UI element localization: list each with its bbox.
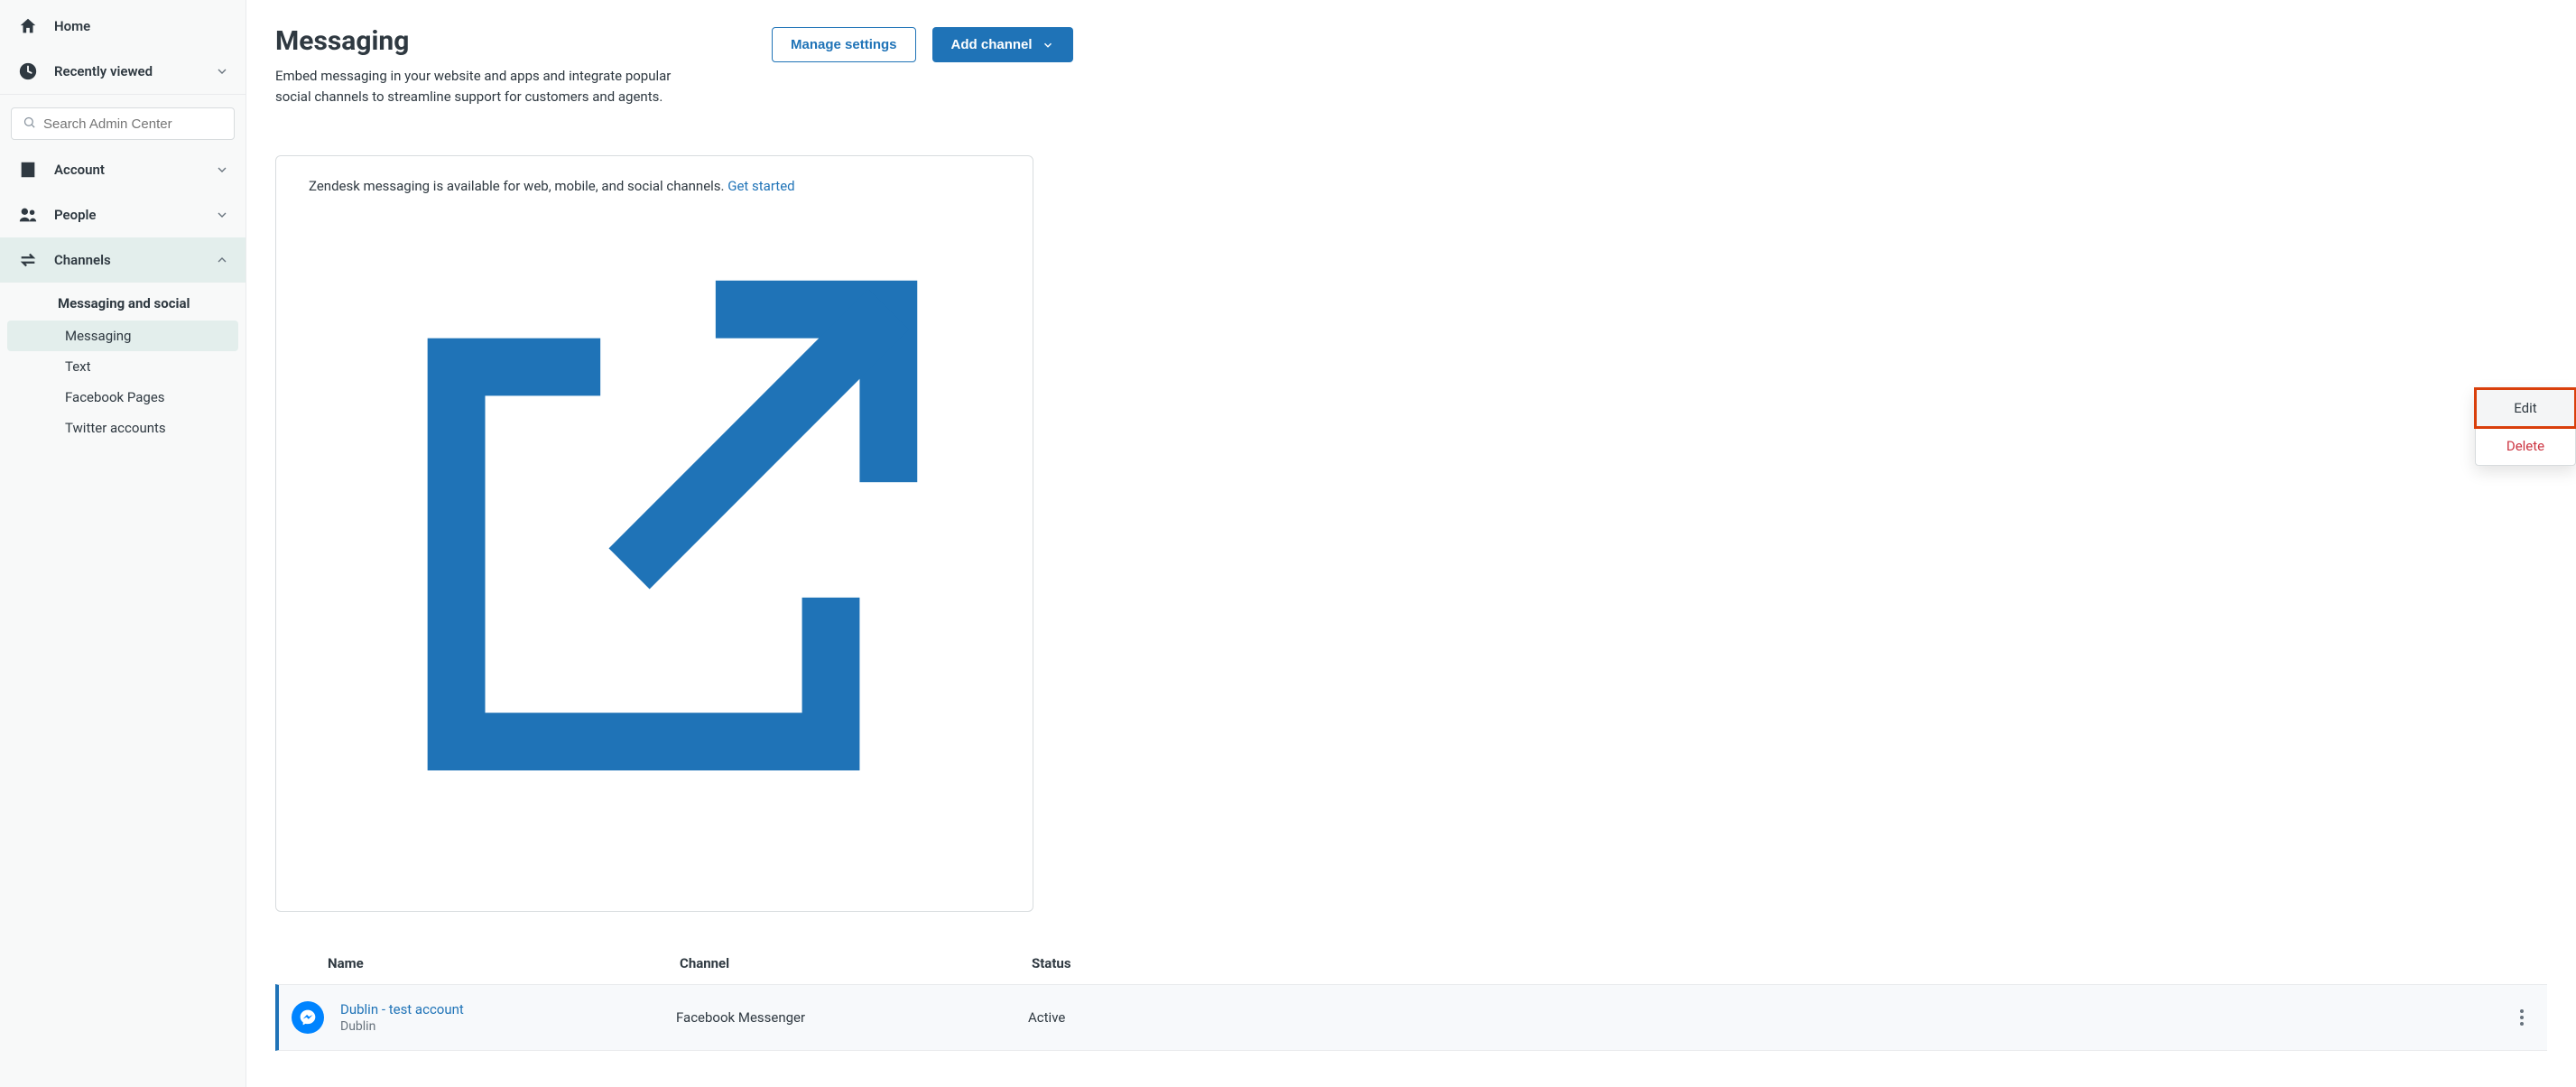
page-title: Messaging [275,25,690,57]
col-header-name: Name [328,955,680,971]
sidebar-subitem-twitter-accounts[interactable]: Twitter accounts [7,413,238,443]
search-container [0,95,246,147]
info-banner: Zendesk messaging is available for web, … [275,155,1033,912]
page-header: Messaging Embed messaging in your websit… [275,25,2547,107]
table-row[interactable]: Dublin - test account Dublin Facebook Me… [275,984,2547,1051]
menu-item-edit[interactable]: Edit [2476,389,2575,427]
arrows-swap-icon [18,250,38,270]
sidebar-item-label: Home [54,18,90,34]
chevron-down-icon [215,64,229,79]
chevron-down-icon [215,208,229,222]
people-icon [18,205,38,225]
sidebar-item-recently-viewed[interactable]: Recently viewed [0,49,246,94]
menu-item-delete[interactable]: Delete [2476,427,2575,465]
sidebar-subitem-messaging[interactable]: Messaging [7,321,238,351]
col-header-status: Status [1032,955,2547,971]
sidebar: Home Recently viewed Account [0,0,246,1087]
messenger-icon [292,1001,324,1034]
sidebar-item-label: Channels [54,252,111,268]
page-description: Embed messaging in your website and apps… [275,66,690,107]
add-channel-button[interactable]: Add channel [932,27,1073,62]
get-started-label: Get started [727,178,794,194]
sidebar-item-home[interactable]: Home [0,4,246,49]
chevron-up-icon [215,253,229,267]
row-name-sub: Dublin [340,1019,676,1034]
sidebar-item-people[interactable]: People [0,192,246,237]
row-channel: Facebook Messenger [676,1009,1028,1026]
chevron-down-icon [215,163,229,177]
info-text: Zendesk messaging is available for web, … [309,178,727,194]
add-channel-label: Add channel [951,37,1033,52]
sidebar-item-label: Account [54,162,105,178]
row-status: Active [1028,1009,2511,1026]
sidebar-item-label: People [54,207,97,223]
row-name-link[interactable]: Dublin - test account [340,1001,676,1017]
sidebar-item-label: Recently viewed [54,63,153,79]
channels-table: Name Channel Status Dublin - test accoun… [275,955,2547,1051]
clock-icon [18,61,38,81]
chevron-down-icon [1042,39,1054,51]
building-icon [18,160,38,180]
sidebar-subitem-facebook-pages[interactable]: Facebook Pages [7,382,238,413]
table-header: Name Channel Status [275,955,2547,984]
search-icon [23,116,36,132]
sidebar-subheading: Messaging and social [0,286,246,321]
external-link-icon [312,873,1004,889]
get-started-link[interactable]: Get started [309,178,1004,889]
search-input[interactable] [43,116,223,132]
sidebar-subitem-text[interactable]: Text [7,351,238,382]
col-header-channel: Channel [680,955,1032,971]
sidebar-item-account[interactable]: Account [0,147,246,192]
sidebar-sublist: Messaging and social Messaging Text Face… [0,283,246,447]
main-content: Messaging Embed messaging in your websit… [246,0,2576,1087]
row-actions-button[interactable] [2511,1007,2533,1028]
manage-settings-button[interactable]: Manage settings [772,27,916,62]
sidebar-item-channels[interactable]: Channels [0,237,246,283]
search-input-wrap[interactable] [11,107,235,140]
home-icon [18,16,38,36]
row-context-menu: Edit Delete [2475,388,2576,466]
